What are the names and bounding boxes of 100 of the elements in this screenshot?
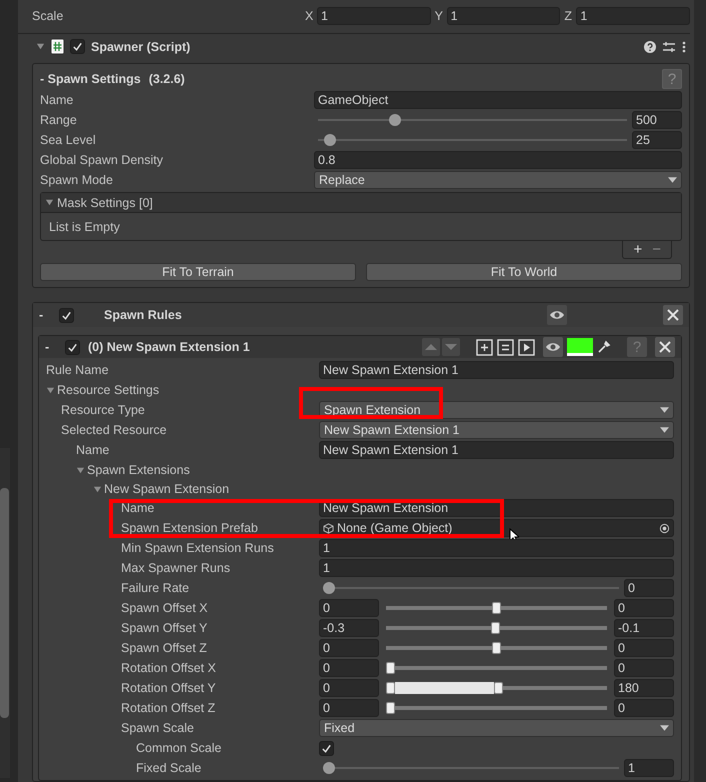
settings-sliders-icon[interactable] xyxy=(662,40,676,52)
field-label: Sea Level xyxy=(40,133,96,147)
dropdown[interactable]: Replace xyxy=(314,171,682,189)
field-label: Common Scale xyxy=(136,741,222,755)
slider-handle[interactable] xyxy=(490,622,500,634)
dropdown[interactable]: Spawn Extension xyxy=(319,401,674,419)
field-label: Selected Resource xyxy=(61,423,167,437)
number-field[interactable]: -0.1 xyxy=(614,619,674,637)
list-title: Mask Settings [0] xyxy=(57,196,153,210)
axis-label: X xyxy=(305,9,314,23)
text-field[interactable]: New Spawn Extension 1 xyxy=(319,441,674,459)
version-label: (3.2.6) xyxy=(148,72,185,86)
list-header[interactable]: Mask Settings [0] xyxy=(41,193,681,213)
object-field[interactable]: None (Game Object) xyxy=(319,519,674,537)
dropdown[interactable]: New Spawn Extension 1 xyxy=(319,421,674,439)
dropdown-caret-icon xyxy=(668,177,677,183)
foldout-arrow-icon[interactable] xyxy=(36,42,45,51)
script-icon xyxy=(51,39,64,54)
dropdown-caret-icon xyxy=(660,427,669,433)
slider-thumb[interactable] xyxy=(389,114,402,126)
checkbox[interactable] xyxy=(70,39,85,54)
slider-handle[interactable] xyxy=(386,662,395,674)
number-field[interactable]: 25 xyxy=(632,131,682,149)
text-field[interactable]: GameObject xyxy=(314,91,682,109)
eyedropper-icon[interactable] xyxy=(597,340,611,354)
text-field[interactable]: 1 xyxy=(319,559,674,577)
number-field[interactable]: 1 xyxy=(317,7,431,25)
number-field[interactable]: 0 xyxy=(319,639,379,657)
slider-thumb[interactable] xyxy=(323,582,335,594)
text-field[interactable]: 1 xyxy=(319,539,674,557)
text-field[interactable]: New Spawn Extension 1 xyxy=(319,361,674,379)
action-button[interactable]: Fit To Terrain xyxy=(40,263,356,281)
color-swatch[interactable] xyxy=(567,338,593,356)
foldout-arrow-icon[interactable] xyxy=(45,198,54,207)
rule-title: (0) New Spawn Extension 1 xyxy=(88,340,250,354)
number-field[interactable]: 1 xyxy=(576,7,690,25)
field-label: Spawn Mode xyxy=(40,173,113,187)
number-field[interactable]: -0.3 xyxy=(319,619,379,637)
close-icon xyxy=(667,309,679,321)
min-max-slider-track[interactable] xyxy=(386,682,607,694)
field-label: Rotation Offset X xyxy=(121,661,216,675)
visibility-button[interactable] xyxy=(543,337,563,357)
section-title: - Spawn Settings xyxy=(40,72,141,86)
foldout-label[interactable]: New Spawn Extension xyxy=(104,482,230,496)
field-label: Failure Rate xyxy=(121,581,190,595)
dropdown[interactable]: Fixed xyxy=(319,719,674,737)
add-button[interactable]: + xyxy=(633,241,642,258)
dropdown-caret-icon xyxy=(660,407,669,413)
dropdown-caret-icon xyxy=(660,725,669,731)
field-label: Min Spawn Extension Runs xyxy=(121,541,274,555)
add-item-icon[interactable] xyxy=(476,338,493,356)
number-field[interactable]: 0 xyxy=(614,699,674,717)
checkbox[interactable] xyxy=(319,740,334,756)
slider-handle[interactable] xyxy=(386,682,395,694)
action-button[interactable]: Fit To World xyxy=(366,263,682,281)
foldout-arrow-icon[interactable] xyxy=(93,484,102,494)
number-field[interactable]: 0 xyxy=(614,599,674,617)
foldout-label[interactable]: Resource Settings xyxy=(57,383,160,397)
visibility-button[interactable] xyxy=(547,305,567,325)
checkbox[interactable] xyxy=(65,340,80,354)
number-field[interactable]: 1 xyxy=(446,7,560,25)
foldout-arrow-icon[interactable] xyxy=(76,466,85,474)
foldout-label[interactable]: Spawn Extensions xyxy=(87,463,190,477)
slider-handle[interactable] xyxy=(494,682,504,694)
number-field[interactable]: 0 xyxy=(319,699,379,717)
close-icon xyxy=(659,341,671,353)
list-icon[interactable] xyxy=(497,338,514,356)
scrollbar-thumb[interactable] xyxy=(0,488,9,718)
field-label: Rotation Offset Y xyxy=(121,681,216,695)
number-field[interactable]: 180 xyxy=(614,679,674,697)
remove-button[interactable] xyxy=(663,305,683,325)
scrollbar[interactable] xyxy=(0,448,10,778)
help-icon[interactable] xyxy=(644,40,656,52)
number-field[interactable]: 0 xyxy=(319,599,379,617)
slider-thumb[interactable] xyxy=(324,134,336,146)
play-icon[interactable] xyxy=(518,338,535,356)
text-field[interactable]: 0.8 xyxy=(314,151,682,169)
field-label: Resource Type xyxy=(61,403,145,417)
collapse-toggle[interactable]: - xyxy=(39,308,51,322)
field-label: Max Spawner Runs xyxy=(121,561,230,575)
number-field[interactable]: 0 xyxy=(319,659,379,677)
number-field[interactable]: 0 xyxy=(624,579,674,597)
field-label: Global Spawn Density xyxy=(40,153,163,167)
number-field[interactable]: 0 xyxy=(614,659,674,677)
number-field[interactable]: 500 xyxy=(632,111,682,129)
section-title: Spawn Rules xyxy=(104,308,182,322)
target-icon[interactable] xyxy=(659,522,670,534)
number-field[interactable]: 0 xyxy=(319,679,379,697)
number-field[interactable]: 0 xyxy=(614,639,674,657)
field-label: Name xyxy=(121,501,154,515)
foldout-arrow-icon[interactable] xyxy=(46,386,55,394)
slider-handle[interactable] xyxy=(386,702,395,714)
slider-handle[interactable] xyxy=(492,602,501,614)
kebab-menu-icon[interactable] xyxy=(682,40,686,52)
remove-button[interactable] xyxy=(655,337,675,357)
checkbox[interactable] xyxy=(59,308,74,322)
slider-thumb[interactable] xyxy=(323,762,335,774)
number-field[interactable]: 1 xyxy=(624,759,674,777)
collapse-toggle[interactable]: - xyxy=(45,340,57,354)
slider-handle[interactable] xyxy=(492,642,501,654)
